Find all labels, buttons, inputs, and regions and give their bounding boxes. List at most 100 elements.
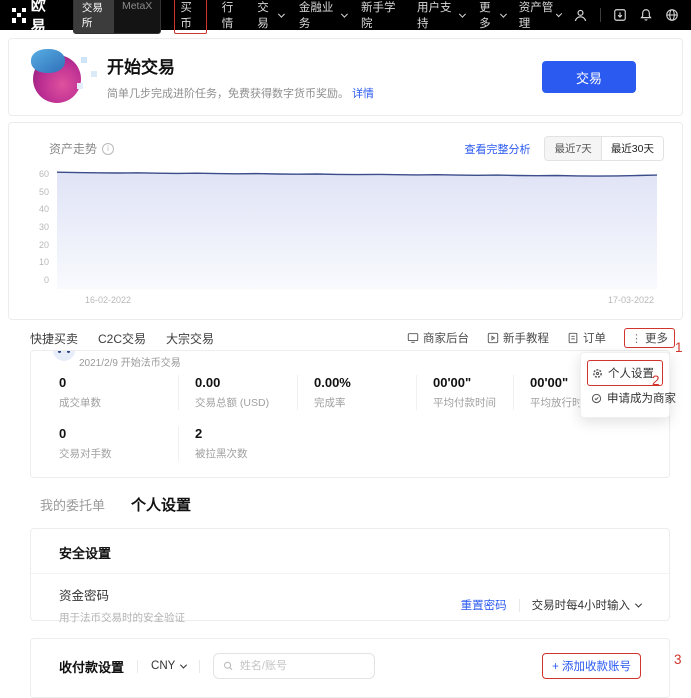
section-tabs: 我的委托单 个人设置 xyxy=(40,494,191,515)
c2c-subtabs-row: 快捷买卖 C2C交易 大宗交易 商家后台 新手教程 订单 ⋮ 更多 xyxy=(30,328,675,348)
security-settings-card: 安全设置 资金密码 用于法币交易时的安全验证 重置密码 交易时每4小时输入 xyxy=(30,528,670,621)
nav-item-buy-crypto[interactable]: 买币 xyxy=(174,0,206,34)
vertical-dots-icon: ⋮ xyxy=(631,332,642,345)
nav-right: 资产管理 xyxy=(519,0,679,31)
exchange-metax-toggle: 交易所 MetaX xyxy=(73,0,161,34)
gear-icon xyxy=(592,368,603,379)
chevron-down-icon xyxy=(458,10,465,17)
asset-trend-card: 资产走势 i 查看完整分析 最近7天 最近30天 60 50 40 30 20 … xyxy=(8,122,683,320)
nav-menu: 买币 行情 交易 金融业务 新手学院 用户支持 更多 xyxy=(174,0,505,34)
chevron-down-icon xyxy=(500,10,507,17)
tab-personal-settings[interactable]: 个人设置 xyxy=(131,494,191,515)
chevron-down-icon xyxy=(278,10,285,17)
chart-y-axis: 60 50 40 30 20 10 0 xyxy=(25,169,49,285)
chevron-down-icon xyxy=(556,10,562,16)
fund-password-desc: 用于法币交易时的安全验证 xyxy=(59,610,185,625)
c2c-stats-card: 2021/2/9 开始法币交易 0 成交单数 0.00 交易总额 (USD) 0… xyxy=(30,350,670,478)
account-search-box xyxy=(213,653,375,679)
fund-password-row: 资金密码 用于法币交易时的安全验证 重置密码 交易时每4小时输入 xyxy=(31,574,669,636)
chevron-down-icon xyxy=(635,600,642,607)
payment-settings-card: 收付款设置 CNY + 添加收款账号 xyxy=(30,638,670,698)
subtabs-actions: 商家后台 新手教程 订单 ⋮ 更多 xyxy=(407,328,675,348)
hero-title: 开始交易 xyxy=(107,53,374,78)
asset-management-menu[interactable]: 资产管理 xyxy=(519,0,561,31)
stat-total-volume: 0.00 交易总额 (USD) xyxy=(178,375,313,410)
annotation-number-3: 3 xyxy=(674,652,682,667)
divider xyxy=(199,660,200,673)
stat-completed-orders: 0 成交单数 xyxy=(59,375,194,410)
payment-settings-title: 收付款设置 xyxy=(59,657,124,676)
more-actions-button[interactable]: ⋮ 更多 xyxy=(624,328,675,348)
divider xyxy=(137,660,138,673)
toggle-metax[interactable]: MetaX xyxy=(114,0,160,33)
stats-row-2: 0 交易对手数 2 被拉黑次数 xyxy=(31,426,669,461)
asset-trend-chart xyxy=(57,167,657,289)
x-start-label: 16-02-2022 xyxy=(85,295,131,305)
tab-express-buy-sell[interactable]: 快捷买卖 xyxy=(30,330,78,347)
nav-item-academy[interactable]: 新手学院 xyxy=(361,0,402,31)
nav-item-support[interactable]: 用户支持 xyxy=(417,0,464,31)
reset-password-link[interactable]: 重置密码 xyxy=(461,597,507,613)
chevron-down-icon xyxy=(180,661,187,668)
hero-text: 开始交易 简单几步完成进阶任务，免费获得数字货币奖励。 详情 xyxy=(107,53,374,101)
stat-completion-rate: 0.00% 完成率 xyxy=(297,375,432,410)
merchant-badge-icon xyxy=(591,393,602,404)
nav-item-more[interactable]: 更多 xyxy=(479,0,506,31)
language-globe-icon[interactable] xyxy=(665,8,679,23)
tab-block-trade[interactable]: 大宗交易 xyxy=(166,330,214,347)
chevron-down-icon xyxy=(340,10,347,17)
x-end-label: 17-03-2022 xyxy=(608,295,654,305)
user-icon[interactable] xyxy=(573,8,588,23)
annotation-number-1: 1 xyxy=(675,340,683,355)
storefront-icon xyxy=(407,332,419,344)
password-frequency-select[interactable]: 交易时每4小时输入 xyxy=(532,597,641,613)
tab-my-orders[interactable]: 我的委托单 xyxy=(40,495,105,514)
nav-item-trade[interactable]: 交易 xyxy=(257,0,284,31)
nav-item-markets[interactable]: 行情 xyxy=(222,0,242,31)
tutorial-icon xyxy=(487,332,499,344)
document-icon xyxy=(567,332,579,344)
nav-item-finance[interactable]: 金融业务 xyxy=(299,0,346,31)
security-settings-title: 安全设置 xyxy=(31,529,669,574)
tab-c2c-trade[interactable]: C2C交易 xyxy=(98,330,146,347)
start-trading-card: 开始交易 简单几步完成进阶任务，免费获得数字货币奖励。 详情 交易 xyxy=(8,38,683,116)
chart-header: 资产走势 i 查看完整分析 最近7天 最近30天 xyxy=(9,123,682,161)
range-30d-button[interactable]: 最近30天 xyxy=(602,137,663,160)
range-toggle-group: 最近7天 最近30天 xyxy=(544,136,664,161)
notifications-bell-icon[interactable] xyxy=(639,8,653,23)
add-payment-account-button[interactable]: + 添加收款账号 xyxy=(542,653,641,679)
stats-grid: 0 成交单数 0.00 交易总额 (USD) 0.00% 完成率 00'00" … xyxy=(31,375,669,461)
avatar xyxy=(53,350,75,361)
stat-blacklisted-count: 2 被拉黑次数 xyxy=(178,426,313,461)
okx-logo[interactable]: 欧易 xyxy=(12,0,60,36)
toggle-exchange[interactable]: 交易所 xyxy=(74,0,114,33)
beginner-tutorial-button[interactable]: 新手教程 xyxy=(487,330,549,346)
search-icon xyxy=(223,660,234,672)
full-analysis-link[interactable]: 查看完整分析 xyxy=(464,141,530,157)
detail-link[interactable]: 详情 xyxy=(352,88,374,100)
fund-password-info: 资金密码 用于法币交易时的安全验证 xyxy=(59,585,185,625)
download-app-icon[interactable] xyxy=(613,8,627,23)
account-search-input[interactable] xyxy=(240,660,365,672)
fund-password-label: 资金密码 xyxy=(59,585,185,604)
range-7d-button[interactable]: 最近7天 xyxy=(545,137,601,160)
currency-select[interactable]: CNY xyxy=(151,660,186,672)
nav-divider xyxy=(600,8,601,22)
divider xyxy=(519,599,520,612)
okx-logo-icon xyxy=(12,8,26,23)
top-nav: 欧易 交易所 MetaX 买币 行情 交易 金融业务 新手学院 用户支持 更多 … xyxy=(0,0,691,30)
merchant-console-button[interactable]: 商家后台 xyxy=(407,330,469,346)
menu-item-become-merchant[interactable]: 申请成为商家 xyxy=(587,386,663,410)
mascot-illustration xyxy=(31,49,87,105)
chart-controls: 查看完整分析 最近7天 最近30天 xyxy=(464,136,664,161)
stats-row-1: 0 成交单数 0.00 交易总额 (USD) 0.00% 完成率 00'00" … xyxy=(31,375,669,410)
logo-text: 欧易 xyxy=(31,0,60,36)
info-icon[interactable]: i xyxy=(102,143,114,155)
fund-password-actions: 重置密码 交易时每4小时输入 xyxy=(461,597,641,613)
annotation-number-2: 2 xyxy=(652,373,660,388)
orders-button[interactable]: 订单 xyxy=(567,330,606,346)
chart-x-axis: 16-02-2022 17-03-2022 xyxy=(85,295,654,305)
fiat-trading-since-text: 2021/2/9 开始法币交易 xyxy=(79,354,181,369)
trade-button[interactable]: 交易 xyxy=(542,61,636,93)
chart-title: 资产走势 i xyxy=(49,140,114,157)
